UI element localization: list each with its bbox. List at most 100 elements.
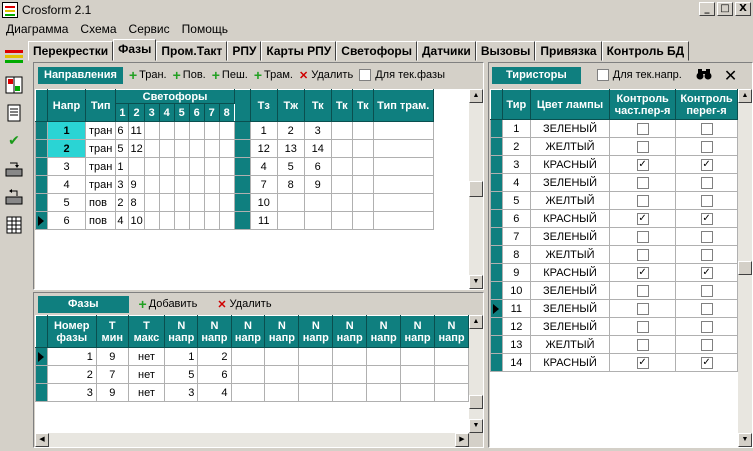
cell-tip[interactable]: пов <box>84 193 117 212</box>
menu-schema[interactable]: Схема <box>74 20 122 38</box>
row-indicator[interactable] <box>490 191 503 210</box>
cell-n-napr-1[interactable]: 1 <box>164 347 199 366</box>
close-button[interactable]: X <box>735 2 751 16</box>
scroll-up-icon[interactable]: ▲ <box>469 315 483 329</box>
col-tk2[interactable]: Тк <box>330 89 353 122</box>
tab-binding[interactable]: Привязка <box>535 41 602 61</box>
cell-n-napr-7[interactable] <box>366 365 402 384</box>
scroll-up-icon[interactable]: ▲ <box>738 89 752 103</box>
row-indicator[interactable] <box>35 193 48 212</box>
cell-sv-1[interactable]: 2 <box>115 193 130 212</box>
col-control-partial[interactable]: Контроль част.пер-я <box>609 89 677 120</box>
row-indicator[interactable] <box>35 157 48 176</box>
cell-phase-number[interactable]: 3 <box>46 383 97 402</box>
table-row[interactable]: 4 тран 3 9 7 8 9 <box>35 175 434 194</box>
checkbox[interactable] <box>700 176 713 189</box>
table-row[interactable]: 6 пов 4 10 11 <box>35 211 434 230</box>
col-tz[interactable]: Тз <box>249 89 278 122</box>
cell-control-partial[interactable] <box>609 191 677 210</box>
cell-tir[interactable]: 1 <box>501 119 531 138</box>
row-indicator[interactable] <box>490 209 503 228</box>
cell-control-overload[interactable] <box>675 173 738 192</box>
col-tk3[interactable]: Тк <box>351 89 374 122</box>
cell-lamp-color[interactable]: ЗЕЛЕНЫЙ <box>529 317 611 336</box>
cell-tz[interactable]: 12 <box>249 139 278 158</box>
tab-sensors[interactable]: Датчики <box>416 41 476 61</box>
cell-sv-7[interactable] <box>203 193 220 212</box>
cell-tip[interactable]: тран <box>84 157 117 176</box>
close-icon[interactable]: ✕ <box>724 66 737 85</box>
cell-control-overload[interactable]: ✓ <box>675 353 738 372</box>
scroll-down-icon[interactable]: ▼ <box>469 275 483 289</box>
cell-n-napr-9[interactable] <box>434 347 469 366</box>
checkbox[interactable] <box>700 248 713 261</box>
add-tram-button[interactable]: + Трам. <box>254 68 293 82</box>
cell-lamp-color[interactable]: КРАСНЫЙ <box>529 263 611 282</box>
cell-tk2[interactable] <box>330 121 353 140</box>
row-indicator[interactable] <box>490 353 503 372</box>
cell-tmin[interactable]: 9 <box>95 383 129 402</box>
cell-tz[interactable]: 1 <box>249 121 278 140</box>
tab-calls[interactable]: Вызовы <box>475 41 536 61</box>
cell-sv-1[interactable]: 6 <box>115 121 130 140</box>
cell-tk3[interactable] <box>351 139 374 158</box>
row-indicator[interactable] <box>490 317 503 336</box>
checkbox[interactable]: ✓ <box>636 212 649 225</box>
cell-lamp-color[interactable]: КРАСНЫЙ <box>529 209 611 228</box>
cell-lamp-color[interactable]: ЖЕЛТЫЙ <box>529 137 611 156</box>
checkbox[interactable] <box>636 140 649 153</box>
col-control-overload[interactable]: Контроль перег-я <box>675 89 738 120</box>
cell-napr[interactable]: 2 <box>47 139 86 158</box>
cell-tir[interactable]: 13 <box>501 335 531 354</box>
checkbox[interactable] <box>636 176 649 189</box>
tab-intersections[interactable]: Перекрестки <box>28 41 114 61</box>
cell-tk3[interactable] <box>351 211 374 230</box>
row-indicator[interactable] <box>490 119 503 138</box>
cell-tir[interactable]: 8 <box>501 245 531 264</box>
col-tip-tram[interactable]: Тип трам. <box>372 89 434 122</box>
document-icon[interactable] <box>3 102 25 124</box>
cell-control-partial[interactable] <box>609 335 677 354</box>
phases-vscroll[interactable]: ▲ ▼ <box>469 315 483 433</box>
cell-sv-2[interactable]: 9 <box>128 175 145 194</box>
cell-tir[interactable]: 6 <box>501 209 531 228</box>
cell-napr[interactable]: 6 <box>47 211 86 230</box>
cell-sv-5[interactable] <box>173 157 190 176</box>
table-row[interactable]: 1 9 нет 1 2 <box>35 347 469 366</box>
checkbox[interactable] <box>636 122 649 135</box>
cell-tip[interactable]: тран <box>84 121 117 140</box>
cell-tir[interactable]: 12 <box>501 317 531 336</box>
thyristors-vscroll[interactable]: ▲ ▼ <box>738 89 752 447</box>
cell-sv-7[interactable] <box>203 211 220 230</box>
cell-lamp-color[interactable]: ЖЕЛТЫЙ <box>529 245 611 264</box>
col-n-napr-8[interactable]: N напр <box>400 315 436 348</box>
cell-sv-5[interactable] <box>173 139 190 158</box>
add-tran-button[interactable]: + Тран. <box>129 68 167 82</box>
tab-db-control[interactable]: Контроль БД <box>601 41 690 61</box>
cell-n-napr-5[interactable] <box>298 383 334 402</box>
add-phase-button[interactable]: + Добавить <box>139 297 198 311</box>
cell-phase-number[interactable]: 2 <box>46 365 97 384</box>
export-icon[interactable] <box>3 158 25 180</box>
cell-n-napr-1[interactable]: 3 <box>164 383 199 402</box>
table-row[interactable]: 3 КРАСНЫЙ ✓ ✓ <box>490 155 738 174</box>
scroll-thumb[interactable] <box>469 395 483 409</box>
cell-sv-1[interactable]: 3 <box>115 175 130 194</box>
col-n-napr-9[interactable]: N напр <box>434 315 469 348</box>
col-phase-number[interactable]: Номер фазы <box>46 315 97 348</box>
cell-tk2[interactable] <box>330 175 353 194</box>
cell-sv-4[interactable] <box>158 193 175 212</box>
cell-tmin[interactable]: 7 <box>95 365 129 384</box>
cell-sv-7[interactable] <box>203 175 220 194</box>
row-indicator[interactable] <box>35 347 48 366</box>
cell-tk[interactable]: 9 <box>303 175 332 194</box>
cell-tk[interactable]: 3 <box>303 121 332 140</box>
checkbox[interactable] <box>636 194 649 207</box>
cell-lamp-color[interactable]: ЗЕЛЕНЫЙ <box>529 119 611 138</box>
cell-tir[interactable]: 4 <box>501 173 531 192</box>
cell-napr[interactable]: 1 <box>47 121 86 140</box>
col-sv-6[interactable]: 6 <box>188 103 205 122</box>
table-row[interactable]: 3 тран 1 4 5 6 <box>35 157 434 176</box>
row-indicator[interactable] <box>490 245 503 264</box>
col-n-napr-5[interactable]: N напр <box>298 315 334 348</box>
